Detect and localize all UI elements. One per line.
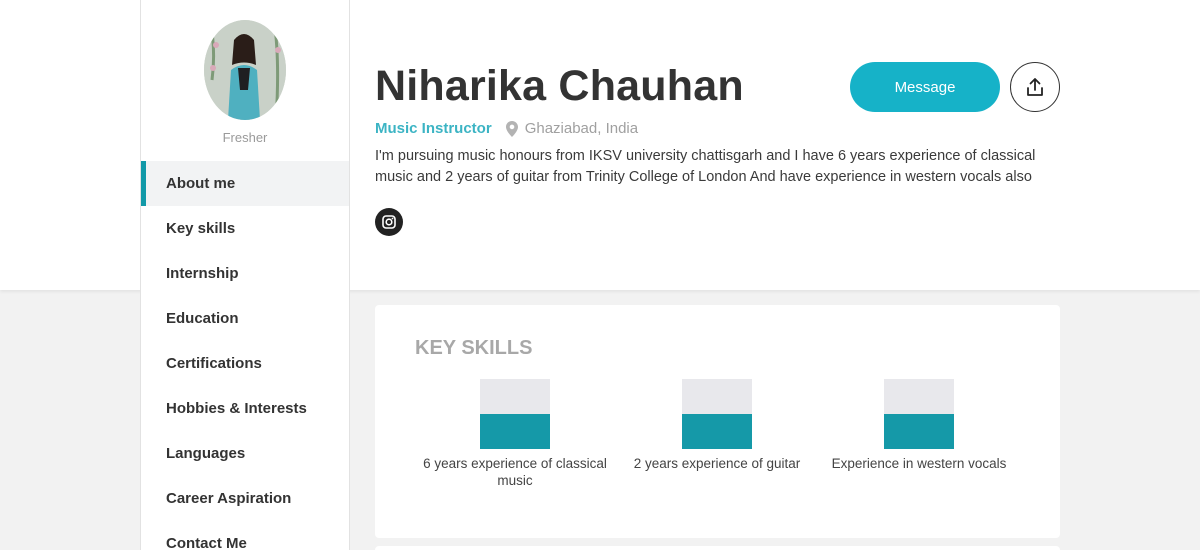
skill-level-bar — [682, 379, 752, 449]
message-button[interactable]: Message — [850, 62, 1000, 112]
avatar — [204, 20, 286, 120]
sidebar-item-key-skills[interactable]: Key skills — [141, 206, 349, 251]
skill-level-bar — [884, 379, 954, 449]
profile-name: Niharika Chauhan — [375, 62, 744, 110]
skill-label: 2 years experience of guitar — [633, 456, 801, 471]
sidebar-item-certifications[interactable]: Certifications — [141, 341, 349, 386]
role-location-line: Music Instructor Ghaziabad, India — [375, 120, 638, 137]
skill-item: 6 years experience of classical music — [420, 379, 610, 489]
sidebar-nav: About me Key skills Internship Education… — [141, 161, 349, 550]
sidebar: Fresher About me Key skills Internship E… — [140, 0, 350, 550]
skill-label: Experience in western vocals — [831, 456, 1007, 471]
skill-level-fill — [884, 414, 954, 449]
next-section-card — [375, 546, 1060, 550]
skill-item: Experience in western vocals — [824, 379, 1014, 472]
skill-level-bar — [480, 379, 550, 449]
share-button[interactable] — [1010, 62, 1060, 112]
profile-role: Music Instructor — [375, 120, 492, 137]
instagram-icon[interactable] — [375, 208, 403, 236]
sidebar-item-internship[interactable]: Internship — [141, 251, 349, 296]
skill-item: 2 years experience of guitar — [622, 379, 812, 472]
sidebar-item-languages[interactable]: Languages — [141, 431, 349, 476]
skill-level-fill — [480, 414, 550, 449]
share-upload-icon — [1025, 77, 1045, 97]
sidebar-item-education[interactable]: Education — [141, 296, 349, 341]
sidebar-item-contact-me[interactable]: Contact Me — [141, 521, 349, 550]
key-skills-title: KEY SKILLS — [415, 337, 533, 359]
sidebar-item-career-aspiration[interactable]: Career Aspiration — [141, 476, 349, 521]
map-pin-icon — [505, 120, 518, 137]
status-label: Fresher — [222, 130, 268, 145]
skill-level-fill — [682, 414, 752, 449]
profile-location: Ghaziabad, India — [524, 120, 639, 137]
skill-label: 6 years experience of classical music — [423, 456, 607, 488]
sidebar-item-hobbies-interests[interactable]: Hobbies & Interests — [141, 386, 349, 431]
sidebar-item-about-me[interactable]: About me — [141, 161, 349, 206]
profile-bio: I'm pursuing music honours from IKSV uni… — [375, 148, 1036, 185]
key-skills-card: KEY SKILLS 6 years experience of classic… — [375, 305, 1060, 538]
